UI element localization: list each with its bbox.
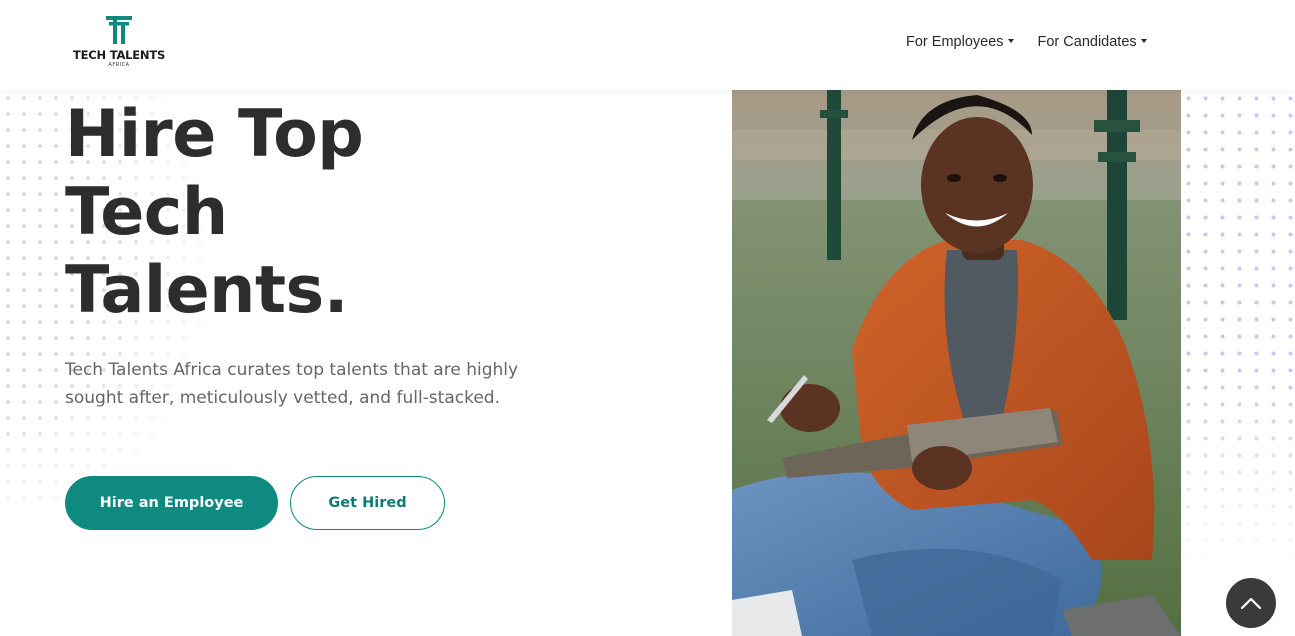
hero-title-line: Hire Top — [65, 97, 364, 172]
hero-title: Hire Top Tech Talents. — [65, 96, 485, 330]
chevron-up-icon — [1240, 597, 1262, 610]
get-hired-button[interactable]: Get Hired — [290, 476, 445, 530]
hero-title-line: Talents. — [65, 253, 348, 328]
dotted-pattern-right — [1180, 90, 1295, 570]
hero-image — [732, 90, 1181, 636]
nav-for-candidates-label: For Candidates — [1037, 34, 1137, 50]
nav-for-candidates-dropdown[interactable]: For Candidates — [1038, 34, 1147, 50]
caret-down-icon — [1007, 39, 1014, 43]
nav-for-employees-label: For Employees — [906, 34, 1004, 50]
brand-subtitle: AFRICA — [108, 62, 130, 68]
brand-name: TECH TALENTS — [72, 48, 166, 62]
scroll-to-top-button[interactable] — [1225, 577, 1277, 629]
main-nav: For Employees For Candidates — [906, 34, 1147, 50]
hero-photo-illustration — [732, 90, 1181, 636]
hire-an-employee-button[interactable]: Hire an Employee — [65, 476, 278, 530]
hero-description: Tech Talents Africa curates top talents … — [65, 360, 519, 408]
hero-title-line: Tech — [65, 175, 228, 250]
site-header: TECH TALENTS AFRICA For Employees For Ca… — [0, 0, 1295, 90]
tech-talents-logo-icon — [106, 16, 132, 44]
caret-down-icon — [1140, 39, 1147, 43]
brand-logo[interactable]: TECH TALENTS AFRICA — [70, 14, 168, 74]
nav-for-employees-dropdown[interactable]: For Employees — [906, 34, 1014, 50]
